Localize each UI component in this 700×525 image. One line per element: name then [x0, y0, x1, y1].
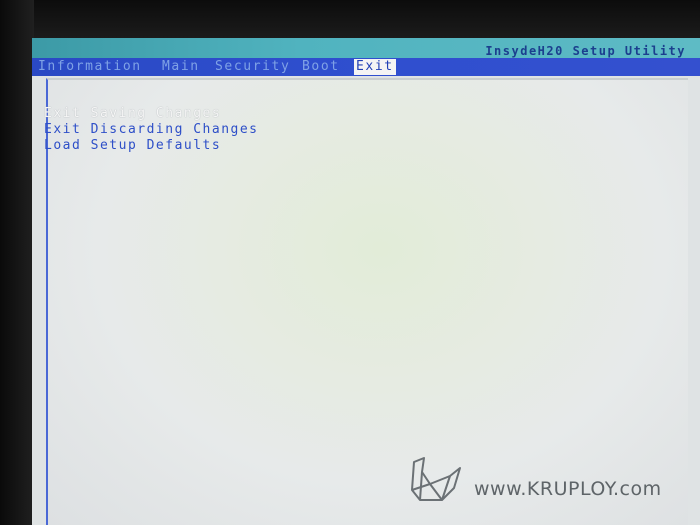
load-setup-defaults-option[interactable]: Load Setup Defaults — [44, 138, 221, 154]
title-bar: InsydeH20 Setup Utility — [32, 38, 700, 58]
menu-tab-exit[interactable]: Exit — [354, 59, 396, 75]
crane-logo-icon — [411, 457, 461, 501]
monitor-bezel-left — [0, 0, 34, 525]
bios-screen: InsydeH20 Setup Utility Information Main… — [32, 38, 700, 525]
watermark-text: www.KRUPLOY.com — [474, 478, 662, 500]
exit-saving-changes-option[interactable]: Exit Saving Changes — [44, 106, 221, 122]
menu-tab-main[interactable]: Main — [162, 59, 200, 75]
monitor-bezel-top — [0, 0, 700, 40]
menu-tab-information[interactable]: Information — [38, 59, 142, 75]
exit-discarding-changes-option[interactable]: Exit Discarding Changes — [44, 122, 259, 138]
menu-tab-boot[interactable]: Boot — [302, 59, 340, 75]
utility-title: InsydeH20 Setup Utility — [485, 44, 686, 58]
menu-tab-security[interactable]: Security — [215, 59, 290, 75]
watermark: www.KRUPLOY.com — [406, 454, 676, 506]
menu-bar: Information Main Security Boot Exit — [32, 58, 700, 76]
